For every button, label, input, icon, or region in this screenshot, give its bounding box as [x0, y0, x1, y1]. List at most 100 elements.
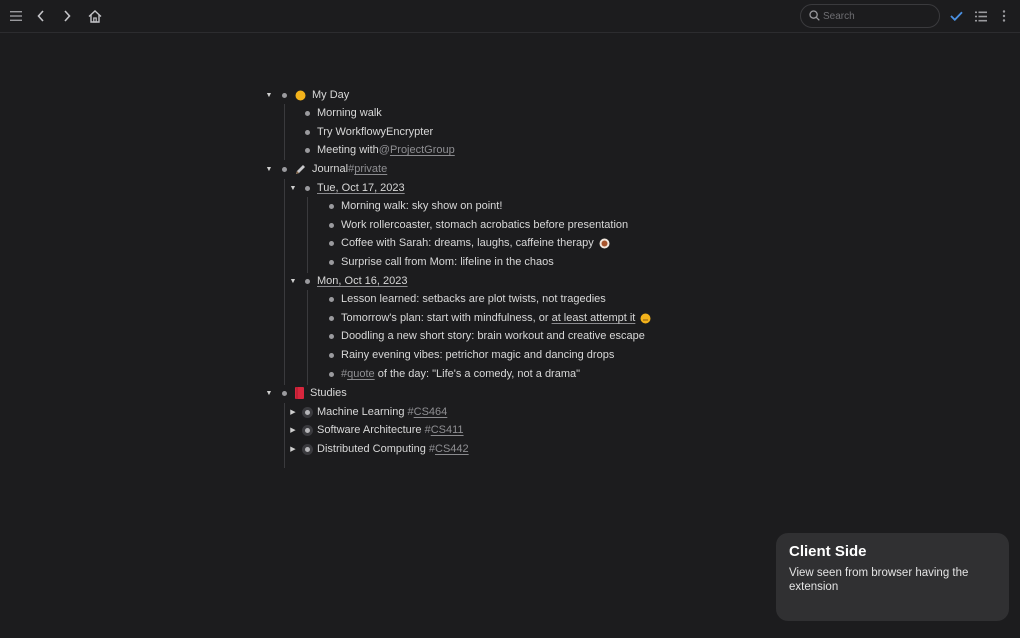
search-icon [809, 10, 820, 21]
expand-toggle[interactable]: ▶ [288, 403, 298, 421]
list-item[interactable]: Tomorrow's plan: start with mindfulness,… [341, 309, 651, 327]
item-text: Meeting with [317, 144, 379, 156]
search-box[interactable] [800, 4, 940, 28]
mention-prefix: @ [378, 144, 390, 156]
collapsed-bullet[interactable] [302, 421, 312, 439]
bullet[interactable] [326, 309, 336, 327]
bullet[interactable] [326, 346, 336, 364]
more-options-button[interactable] [994, 6, 1014, 26]
coffee-icon [599, 238, 610, 248]
bullet[interactable] [326, 253, 336, 271]
list-item[interactable]: Work rollercoaster, stomach acrobatics b… [341, 216, 628, 234]
check-icon [949, 11, 963, 21]
collapsed-bullet[interactable] [302, 440, 312, 458]
date-link[interactable]: Mon, Oct 16, 2023 [317, 275, 408, 287]
back-button[interactable] [31, 6, 51, 26]
tag-link[interactable]: CS442 [435, 443, 469, 455]
bullet[interactable] [326, 234, 336, 252]
tree-guide-line [307, 197, 308, 273]
list-item-my-day[interactable]: My Day [295, 86, 349, 104]
list-item[interactable]: Coffee with Sarah: dreams, laughs, caffe… [341, 234, 610, 252]
bullet[interactable] [326, 216, 336, 234]
bullet[interactable] [279, 86, 289, 104]
list-item-course[interactable]: Machine Learning # CS464 [317, 403, 447, 421]
date-link[interactable]: Tue, Oct 17, 2023 [317, 182, 405, 194]
list-item-journal[interactable]: Journal # private [295, 160, 387, 178]
forward-button[interactable] [57, 6, 77, 26]
item-text: Rainy evening vibes: petrichor magic and… [341, 349, 615, 361]
list-item[interactable]: Morning walk [317, 104, 382, 122]
menu-icon [10, 11, 22, 21]
home-button[interactable] [85, 6, 105, 26]
bullet[interactable] [279, 160, 289, 178]
forward-icon [64, 10, 71, 22]
bullet[interactable] [302, 141, 312, 159]
list-item-course[interactable]: Software Architecture # CS411 [317, 421, 464, 439]
tree-guide-line [284, 104, 285, 160]
list-item[interactable]: # quote of the day: "Life's a comedy, not… [341, 365, 580, 383]
view-list-button[interactable] [971, 6, 991, 26]
list-item-date[interactable]: Mon, Oct 16, 2023 [317, 272, 408, 290]
expand-toggle[interactable]: ▶ [288, 421, 298, 439]
expand-toggle[interactable]: ▼ [264, 160, 274, 178]
more-icon [1002, 10, 1006, 22]
list-item[interactable]: Morning walk: sky show on point! [341, 197, 502, 215]
bullet[interactable] [302, 104, 312, 122]
toast-title: Client Side [789, 543, 867, 560]
list-item[interactable]: Doodling a new short story: brain workou… [341, 327, 645, 345]
item-text: Software Architecture [317, 424, 425, 436]
list-item-date[interactable]: Tue, Oct 17, 2023 [317, 179, 405, 197]
done-button[interactable] [946, 6, 966, 26]
top-bar [0, 0, 1020, 33]
tag-link[interactable]: private [354, 163, 387, 175]
item-text: Morning walk: sky show on point! [341, 200, 503, 212]
tag-link[interactable]: CS411 [431, 424, 464, 436]
bullet[interactable] [326, 290, 336, 308]
expand-toggle[interactable]: ▶ [288, 440, 298, 458]
book-icon [295, 387, 304, 399]
list-item[interactable]: Surprise call from Mom: lifeline in the … [341, 253, 554, 271]
menu-button[interactable] [6, 6, 26, 26]
sun-icon [295, 90, 306, 100]
item-text: Try WorkflowyEncrypter [317, 126, 434, 138]
item-text: Morning walk [317, 107, 382, 119]
toast-body: View seen from browser having the extens… [789, 567, 969, 593]
expand-toggle[interactable]: ▼ [288, 179, 298, 197]
item-text: Lesson learned: setbacks are plot twists… [341, 293, 606, 305]
item-text: of the day: "Life's a comedy, not a dram… [374, 368, 581, 380]
list-icon [975, 11, 987, 21]
collapsed-bullet[interactable] [302, 403, 312, 421]
item-text: Distributed Computing [317, 443, 429, 455]
tag-link[interactable]: quote [347, 368, 375, 380]
item-text: Surprise call from Mom: lifeline in the … [341, 256, 554, 268]
list-item-studies[interactable]: Studies [295, 384, 347, 402]
tree-guide-line [307, 290, 308, 385]
tag-link[interactable]: CS464 [414, 406, 448, 418]
tree-guide-line [284, 403, 285, 468]
expand-toggle[interactable]: ▼ [264, 384, 274, 402]
bullet[interactable] [326, 365, 336, 383]
item-text: Coffee with Sarah: dreams, laughs, caffe… [341, 237, 594, 249]
bullet[interactable] [326, 197, 336, 215]
list-item[interactable]: Try WorkflowyEncrypter [317, 123, 433, 141]
bullet[interactable] [279, 384, 289, 402]
bullet[interactable] [302, 272, 312, 290]
bullet[interactable] [302, 123, 312, 141]
mention-link[interactable]: ProjectGroup [390, 144, 455, 156]
list-item[interactable]: Meeting with @ ProjectGroup [317, 141, 455, 159]
search-input[interactable] [823, 8, 933, 24]
list-item[interactable]: Lesson learned: setbacks are plot twists… [341, 290, 606, 308]
item-text: My Day [312, 89, 350, 101]
back-icon [37, 10, 44, 22]
expand-toggle[interactable]: ▼ [264, 86, 274, 104]
list-item-course[interactable]: Distributed Computing # CS442 [317, 440, 469, 458]
bullet[interactable] [326, 327, 336, 345]
item-text: Doodling a new short story: brain workou… [341, 330, 645, 342]
list-item[interactable]: Rainy evening vibes: petrichor magic and… [341, 346, 614, 364]
plan-link[interactable]: at least attempt it [552, 312, 636, 324]
expand-toggle[interactable]: ▼ [288, 272, 298, 290]
item-text: Work rollercoaster, stomach acrobatics b… [341, 219, 629, 231]
item-text: Machine Learning [317, 406, 408, 418]
bullet[interactable] [302, 179, 312, 197]
pen-icon [296, 164, 305, 174]
